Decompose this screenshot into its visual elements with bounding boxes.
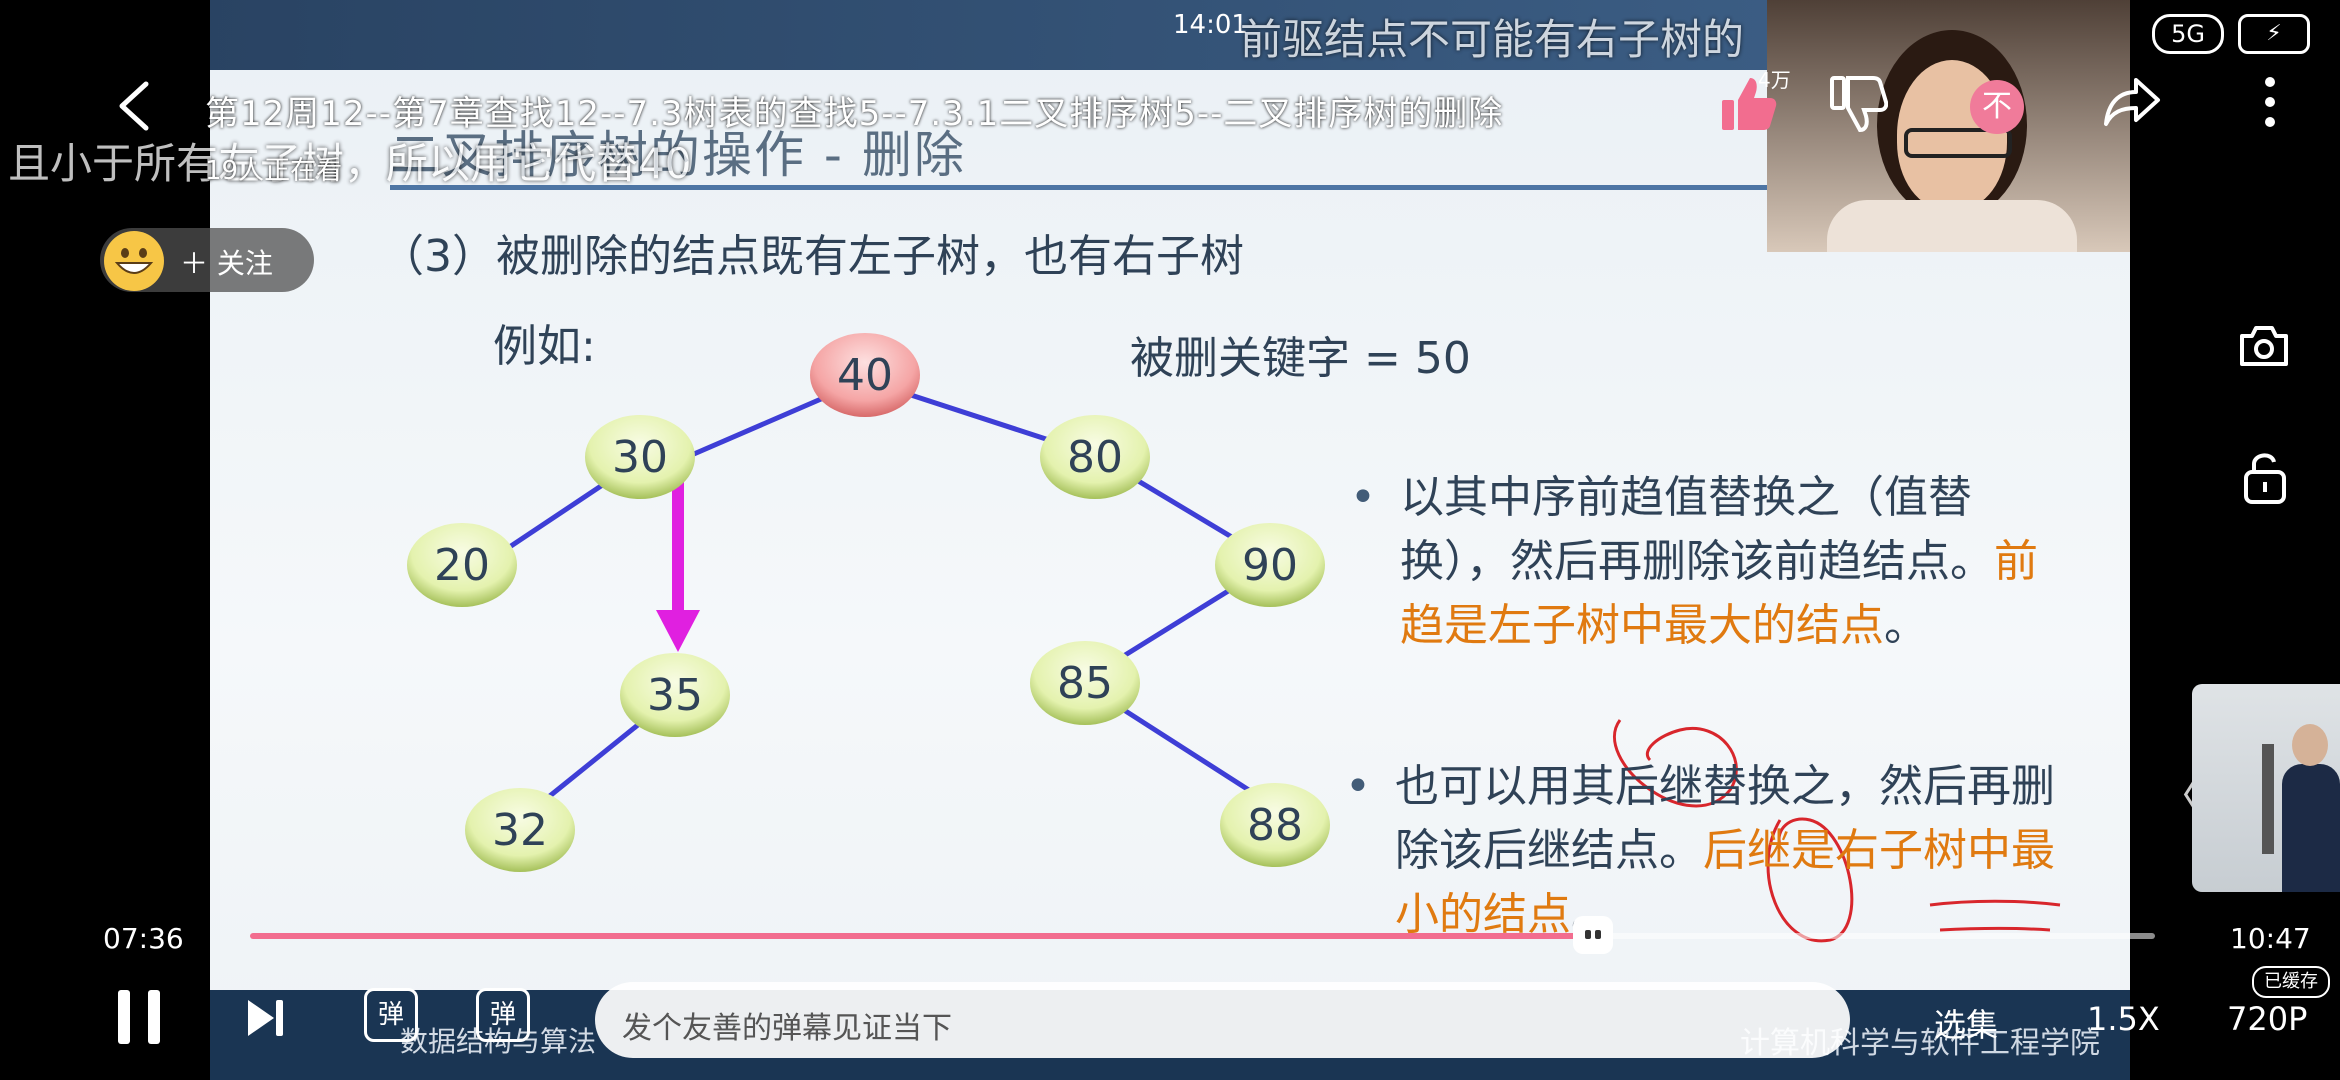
bullet-tail: 。 (1884, 600, 1928, 651)
cached-badge: 已缓存 (2252, 966, 2330, 998)
next-episode-icon[interactable] (246, 998, 286, 1038)
tree-node-30: 30 (585, 415, 695, 499)
tree-node-key: 40 (837, 350, 893, 401)
tree-node-80: 80 (1040, 415, 1150, 499)
unlock-icon[interactable] (2242, 450, 2288, 506)
tree-node-key: 35 (647, 670, 703, 721)
danmaku-placeholder: 发个友善的弹幕见证当下 (622, 1011, 952, 1046)
teacher-webcam (1767, 0, 2130, 252)
tree-node-85: 85 (1030, 641, 1140, 725)
danmaku-comment: 且小于所有左子树，所以用它代替40 (8, 139, 692, 188)
bullet-dot: • (1345, 761, 1371, 812)
bullet-predecessor: • 以其中序前趋值替换之（值替换），然后再删除该前趋结点。前趋是左子树中最大的结… (1350, 466, 2040, 658)
bullet-dot: • (1350, 472, 1376, 523)
danmaku-settings-label: 弹 (489, 1000, 516, 1030)
video-title: 第12周12--第7章查找12--7.3树表的查找5--7.3.1二叉排序树5-… (205, 94, 1504, 134)
picture-in-picture-preview[interactable] (2192, 684, 2340, 892)
follow-label: ＋ 关注 (180, 242, 273, 282)
arrow-head (656, 610, 700, 652)
pip-head (2292, 724, 2328, 766)
episodes-button[interactable]: 选集 (1934, 1000, 1998, 1046)
tree-node-88: 88 (1220, 783, 1330, 867)
move-arrow (656, 478, 700, 652)
tree-node-20: 20 (407, 523, 517, 607)
plus-icon: ＋ (180, 247, 217, 280)
progress-thumb[interactable] (1573, 916, 1614, 954)
current-time: 07:36 (103, 922, 184, 955)
tree-node-35: 35 (620, 653, 730, 737)
screenshot-camera-icon[interactable] (2238, 324, 2290, 368)
danmaku-settings-button[interactable]: 弹 (476, 988, 530, 1042)
tree-node-key: 32 (492, 805, 548, 856)
bullet-text: 以其中序前趋值替换之（值替换），然后再删除该前趋结点。 (1400, 472, 1994, 587)
danmaku-toggle-button[interactable]: 弹 (364, 988, 418, 1042)
progress-fill (250, 933, 1594, 939)
teacher-shirt (1827, 200, 2077, 252)
more-menu-icon[interactable] (2260, 74, 2280, 130)
total-time: 10:47 (2230, 922, 2311, 955)
tree-node-key: 80 (1067, 432, 1123, 483)
grin-emoji-icon (106, 233, 162, 289)
video-player[interactable]: 二叉排序树的操作 - 删除 （3）被删除的结点既有左子树，也有右子树 例如: 被… (0, 0, 2340, 1080)
tree-node-key: 20 (434, 540, 490, 591)
dislike-thumb-icon[interactable] (1830, 74, 1888, 134)
viewer-count: 19人正在看 (205, 156, 343, 186)
danmaku-comment: 前驱结点不可能有右子树的 (1240, 15, 1745, 64)
tree-node-32: 32 (465, 788, 575, 872)
tree-nodes: 40 30 80 20 90 35 85 32 88 (407, 333, 1330, 872)
share-icon[interactable] (2102, 74, 2162, 130)
progress-bar[interactable] (250, 916, 2155, 954)
speed-button[interactable]: 1.5X (2087, 1000, 2160, 1038)
pause-icon[interactable] (116, 988, 162, 1046)
coin-icon[interactable]: 不 (1970, 80, 2024, 134)
status-time: 14:01 (1173, 10, 1248, 40)
quality-button[interactable]: 720P (2227, 1000, 2307, 1038)
pip-stand (2262, 744, 2274, 854)
uploader-avatar[interactable] (104, 231, 164, 291)
tree-node-key: 85 (1057, 658, 1113, 709)
network-5g-icon: 5G (2152, 14, 2224, 54)
like-count: 4万 (1758, 68, 1791, 92)
tree-node-key: 88 (1247, 800, 1303, 851)
follow-text: 关注 (216, 247, 273, 280)
bullet-successor: • 也可以用其后继替换之，然后再删除该后继结点。后继是右子树中最小的结点。 (1345, 755, 2095, 947)
pip-figure (2282, 764, 2340, 892)
tree-node-40: 40 (810, 333, 920, 417)
tree-node-90: 90 (1215, 523, 1325, 607)
tree-node-key: 90 (1242, 540, 1298, 591)
battery-charging-icon: ⚡ (2238, 14, 2310, 54)
tree-node-key: 30 (612, 432, 668, 483)
back-arrow-icon[interactable] (112, 80, 156, 132)
